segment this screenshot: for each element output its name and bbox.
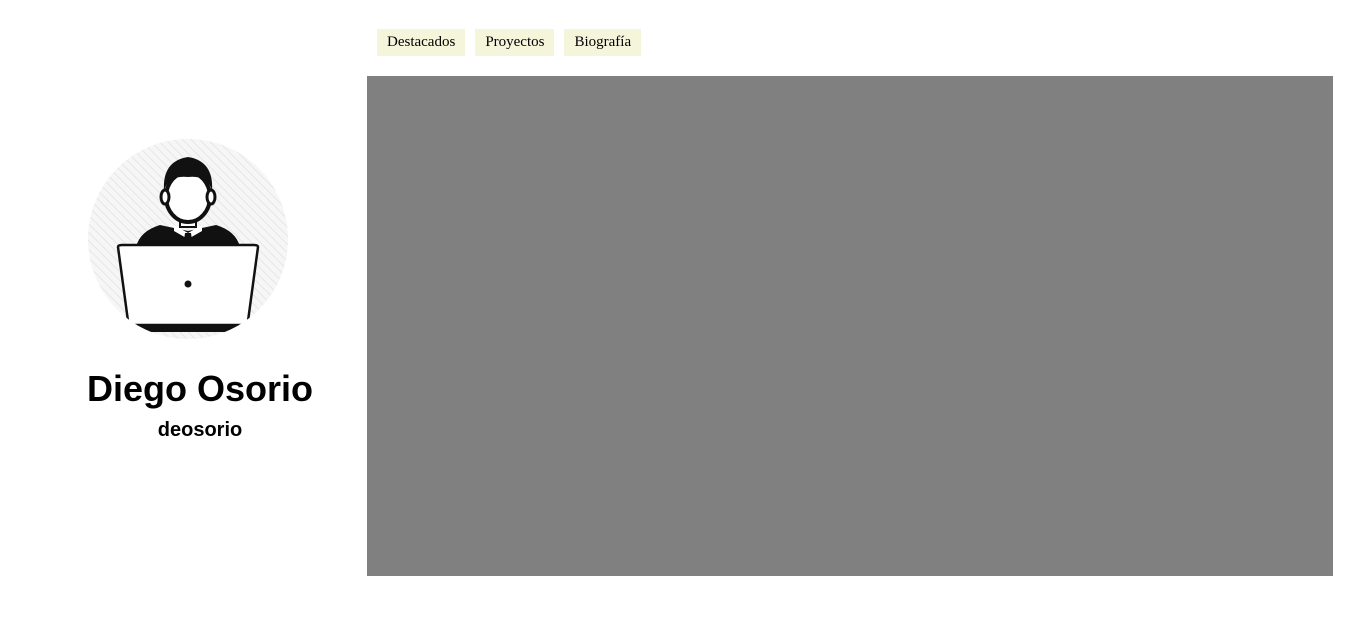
profile-name: Diego Osorio bbox=[86, 368, 314, 409]
tab-proyectos[interactable]: Proyectos bbox=[475, 29, 555, 56]
page: Diego Osorio deosorio Destacados Proyect… bbox=[0, 0, 1366, 639]
tab-destacados[interactable]: Destacados bbox=[377, 29, 466, 56]
tab-biografia[interactable]: Biografía bbox=[564, 29, 642, 56]
profile-panel: Diego Osorio deosorio bbox=[0, 0, 400, 639]
content-panel bbox=[367, 76, 1333, 576]
person-at-laptop-icon bbox=[88, 139, 288, 339]
profile-username: deosorio bbox=[157, 419, 243, 441]
avatar bbox=[88, 139, 288, 339]
tab-bar: Destacados Proyectos Biografía bbox=[377, 29, 642, 56]
